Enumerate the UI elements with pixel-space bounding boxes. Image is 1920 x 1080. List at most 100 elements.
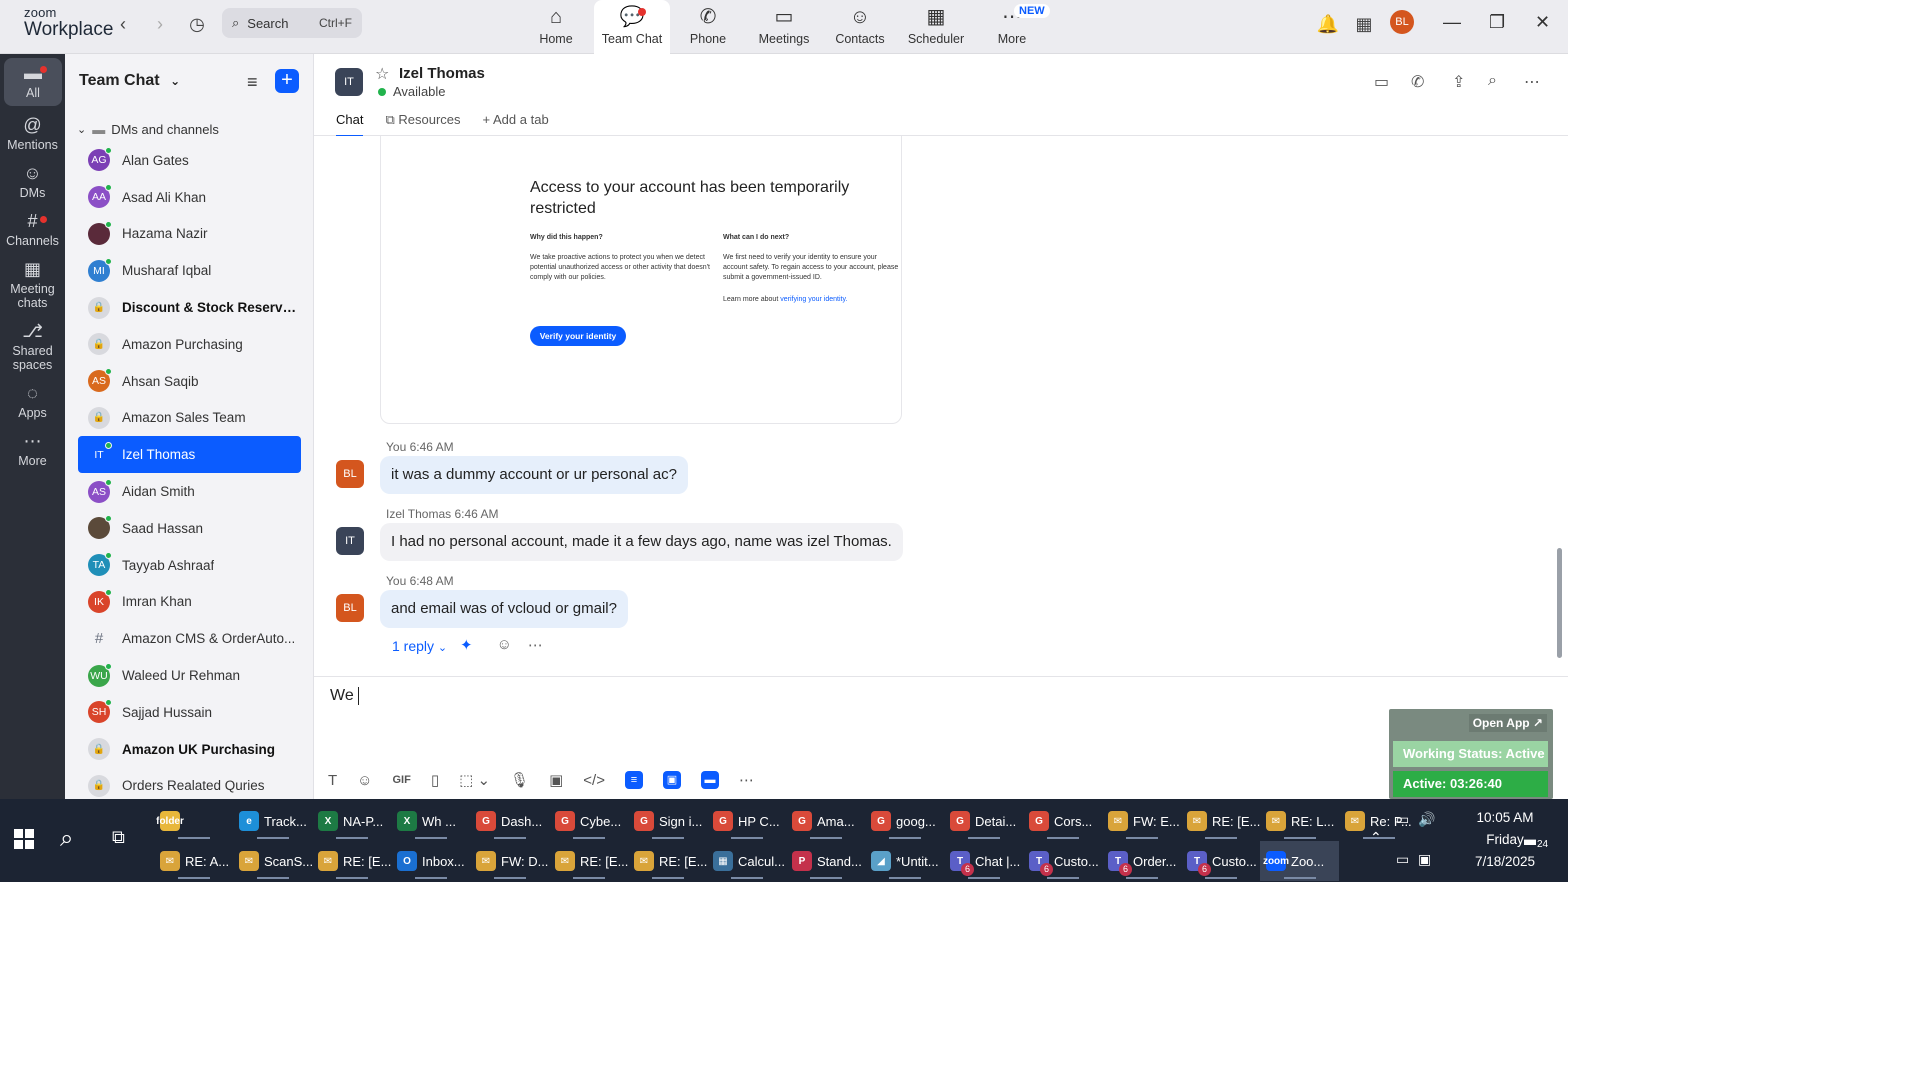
display-icon[interactable]: ▣ [1418, 851, 1431, 868]
rail-mentions[interactable]: @ Mentions [0, 116, 65, 152]
contact-avatar[interactable]: IT [335, 68, 363, 96]
section-header[interactable]: ⌄ ▬ DMs and channels [77, 122, 219, 137]
taskbar-app-button[interactable]: T 6 Custo... [1181, 841, 1260, 881]
taskbar-app-button[interactable]: G Sign i... [628, 801, 707, 841]
nav-home[interactable]: ⌂ Home [518, 0, 594, 54]
app-icon-1[interactable]: ≡ [624, 771, 643, 789]
taskbar-app-button[interactable]: ✉ FW: D... [470, 841, 549, 881]
emoji-icon[interactable]: ☺ [357, 772, 372, 789]
code-icon[interactable]: </> [583, 772, 605, 789]
volume-icon[interactable]: 🔊 [1418, 811, 1435, 828]
taskbar-app-button[interactable]: T 6 Chat |... [944, 841, 1023, 881]
app-icon-3[interactable]: ▬ [700, 771, 719, 789]
video-message-icon[interactable]: ▣ [549, 771, 563, 789]
message-bubble[interactable]: and email was of vcloud or gmail? [380, 590, 628, 628]
taskbar-app-button[interactable]: T 6 Order... [1102, 841, 1181, 881]
tab-add[interactable]: + Add a tab [483, 112, 549, 137]
contact-list-item[interactable]: AA Asad Ali Khan [78, 179, 301, 216]
contact-list-item[interactable]: Hazama Nazir [78, 216, 301, 253]
microphone-icon[interactable]: 🎙 [510, 771, 529, 789]
filter-icon[interactable]: ≡ [247, 72, 258, 93]
search-input[interactable]: ⌕ Search Ctrl+F [222, 8, 362, 38]
contact-list-item[interactable]: AG Alan Gates [78, 142, 301, 179]
taskbar-app-button[interactable]: ✉ ScanS... [233, 841, 312, 881]
open-app-button[interactable]: Open App ↗ [1468, 714, 1547, 732]
panel-title[interactable]: Team Chat ⌄ [79, 72, 180, 90]
sender-avatar[interactable]: IT [336, 527, 364, 555]
star-icon[interactable]: ☆ [375, 64, 389, 84]
taskbar-app-button[interactable]: e Track... [233, 801, 312, 841]
more-options-icon[interactable]: ⋯ [528, 636, 543, 654]
minimize-icon[interactable]: — [1443, 12, 1461, 33]
contact-list-item[interactable]: 🔒 Orders Realated Quries [78, 768, 301, 799]
sender-avatar[interactable]: BL [336, 460, 364, 488]
search-icon[interactable]: ⌕ [1488, 72, 1497, 90]
taskbar-app-button[interactable]: T 6 Custo... [1023, 841, 1102, 881]
tab-chat[interactable]: Chat [336, 112, 364, 137]
screenshot-icon[interactable]: ⬚ ⌄ [459, 771, 490, 789]
video-icon[interactable]: ▭ [1374, 72, 1389, 92]
taskbar-app-button[interactable]: P Stand... [786, 841, 865, 881]
rail-meeting-chats[interactable]: ▦ Meeting chats [0, 260, 65, 310]
bell-icon[interactable]: 🔔 [1316, 12, 1340, 36]
scrollbar[interactable] [1557, 548, 1562, 658]
taskbar-app-button[interactable]: X Wh ... [391, 801, 470, 841]
contact-list-item[interactable]: # Amazon CMS & OrderAuto... [78, 620, 301, 657]
contact-list-item[interactable]: 🔒 Amazon UK Purchasing [78, 731, 301, 768]
close-icon[interactable]: ✕ [1535, 12, 1550, 33]
profile-avatar[interactable]: BL [1390, 10, 1414, 34]
composer-input[interactable]: We [330, 687, 359, 705]
taskbar-app-button[interactable]: ✉ RE: [E... [312, 841, 391, 881]
contact-list-item[interactable]: IT Izel Thomas [78, 436, 301, 474]
contact-list-item[interactable]: IK Imran Khan [78, 584, 301, 621]
tab-resources[interactable]: ⧉ Resources [385, 112, 460, 137]
nav-more[interactable]: NEW ⋯ More [974, 0, 1050, 54]
sender-avatar[interactable]: BL [336, 594, 364, 622]
contact-list-item[interactable]: TA Tayyab Ashraaf [78, 547, 301, 584]
message-bubble[interactable]: I had no personal account, made it a few… [380, 523, 903, 561]
nav-scheduler[interactable]: ▦ Scheduler [898, 0, 974, 54]
new-chat-button[interactable]: + [275, 69, 299, 93]
message-bubble[interactable]: it was a dummy account or ur personal ac… [380, 456, 688, 494]
contact-list-item[interactable]: MI Musharaf Iqbal [78, 252, 301, 289]
taskbar-search-icon[interactable]: ⌕ [60, 825, 73, 853]
share-screen-icon[interactable]: ⇪ [1452, 72, 1465, 92]
taskbar-app-button[interactable]: ✉ FW: E... [1102, 801, 1181, 841]
rail-channels[interactable]: # Channels [0, 212, 65, 248]
taskbar-app-button[interactable]: G Cors... [1023, 801, 1102, 841]
more-options-icon[interactable]: ⋯ [1524, 72, 1540, 92]
contact-list-item[interactable]: Saad Hassan [78, 510, 301, 547]
battery-icon[interactable]: ▭ [1396, 811, 1409, 828]
nav-meetings[interactable]: ▭ Meetings [746, 0, 822, 54]
taskbar-app-button[interactable]: G Ama... [786, 801, 865, 841]
taskbar-app-button[interactable]: zoom Zoo... [1260, 841, 1339, 881]
history-icon[interactable]: ◷ [185, 12, 209, 36]
app-icon-2[interactable]: ▣ [662, 771, 681, 789]
notification-center-icon[interactable]: ▬ 24 [1524, 829, 1550, 850]
nav-contacts[interactable]: ☺ Contacts [822, 0, 898, 54]
rail-more[interactable]: ⋯ More [0, 432, 65, 468]
rail-dms[interactable]: ☺ DMs [0, 164, 65, 200]
message-composer[interactable]: We T ☺ GIF ▯ ⬚ ⌄ 🎙 ▣ </> ≡ ▣ ▬ ⋯ [314, 676, 1568, 799]
contact-list-item[interactable]: AS Aidan Smith [78, 473, 301, 510]
nav-phone[interactable]: ✆ Phone [670, 0, 746, 54]
contact-list-item[interactable]: AS Ahsan Saqib [78, 363, 301, 400]
rail-shared-spaces[interactable]: ⎇ Shared spaces [0, 322, 65, 372]
taskbar-app-button[interactable]: ◢ *Untit... [865, 841, 944, 881]
taskbar-app-button[interactable]: ✉ RE: [E... [1181, 801, 1260, 841]
back-arrow-icon[interactable]: ‹ [111, 12, 135, 36]
nav-team-chat[interactable]: 💬 Team Chat [594, 0, 670, 54]
contact-name[interactable]: Izel Thomas [399, 65, 485, 82]
taskbar-app-button[interactable]: X NA-P... [312, 801, 391, 841]
tray-chevron-icon[interactable]: ⌃ [1370, 829, 1382, 846]
taskbar-app-button[interactable]: G Cybe... [549, 801, 628, 841]
contact-list-item[interactable]: 🔒 Amazon Sales Team [78, 400, 301, 437]
calendar-icon[interactable]: ▦ [1352, 12, 1376, 36]
taskbar-app-button[interactable]: ✉ RE: A... [154, 841, 233, 881]
taskbar-app-button[interactable]: ✉ RE: [E... [549, 841, 628, 881]
reply-link[interactable]: 1 reply ⌄ [392, 638, 447, 654]
rail-apps[interactable]: ◌ Apps [0, 384, 65, 420]
emoji-react-icon[interactable]: ☺ [497, 636, 512, 654]
taskbar-app-button[interactable]: ✉ RE: L... [1260, 801, 1339, 841]
contact-list-item[interactable]: 🔒 Amazon Purchasing [78, 326, 301, 363]
